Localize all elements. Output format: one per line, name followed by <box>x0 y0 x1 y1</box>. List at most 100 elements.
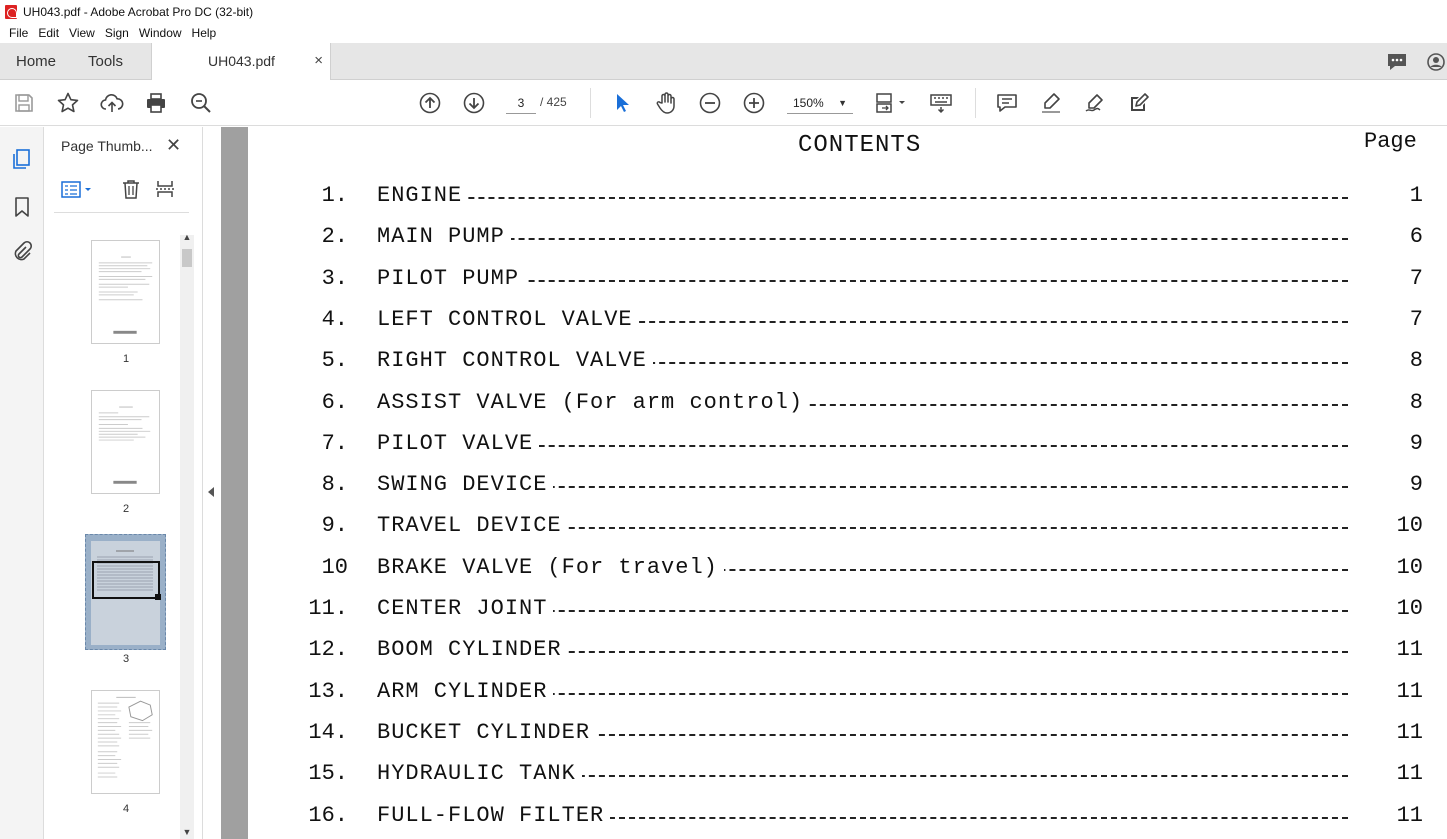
highlight-icon[interactable] <box>1039 91 1063 115</box>
page-thumbnail-4[interactable] <box>91 690 160 794</box>
page-thumbnail-2[interactable] <box>91 390 160 494</box>
acrobat-app-icon <box>5 4 17 19</box>
menu-help[interactable]: Help <box>187 26 222 40</box>
scrollbar-thumb[interactable] <box>182 249 192 267</box>
page-layout-icon[interactable] <box>874 91 910 115</box>
page-number-input[interactable] <box>506 92 536 114</box>
document-heading: CONTENTS <box>798 132 922 159</box>
thumbnail-label: 4 <box>122 803 130 815</box>
menu-window[interactable]: Window <box>134 26 187 40</box>
tab-document-label: UH043.pdf <box>208 53 275 69</box>
thumbnails-scrollbar[interactable]: ▲ ▼ <box>180 232 194 839</box>
menu-bar: File Edit View Sign Window Help <box>0 23 1447 43</box>
toc-entry-title: FULL-FLOW FILTER <box>377 802 611 828</box>
page-thumbnail-3[interactable] <box>85 534 166 650</box>
toc-entry-number: 16. <box>308 802 348 828</box>
toc-entry-title: PILOT VALVE <box>377 430 540 456</box>
chat-icon[interactable] <box>1386 52 1408 72</box>
page-thumbnails-icon[interactable] <box>10 147 34 171</box>
toc-entry: 4. LEFT CONTROL VALVE 7 <box>248 306 1447 343</box>
page-up-icon[interactable] <box>418 91 442 115</box>
tab-tools[interactable]: Tools <box>88 43 123 80</box>
thumbnail-options-icon[interactable] <box>60 180 96 200</box>
toc-entry-page: 10 <box>1396 554 1423 580</box>
toc-entry-page: 11 <box>1396 637 1423 663</box>
menu-edit[interactable]: Edit <box>33 26 64 40</box>
toc-entry-page: 11 <box>1396 719 1423 745</box>
menu-view[interactable]: View <box>64 26 100 40</box>
thumbnail-page-image <box>91 541 161 645</box>
attachment-icon[interactable] <box>10 240 34 264</box>
edit-icon[interactable] <box>1127 91 1151 115</box>
toc-entry-page: 8 <box>1409 348 1423 374</box>
comment-icon[interactable] <box>995 91 1019 115</box>
toc-entry-page: 10 <box>1396 513 1423 539</box>
hand-icon[interactable] <box>654 91 678 115</box>
panel-toolbar <box>44 171 203 213</box>
toc-entry-page: 7 <box>1409 265 1423 291</box>
navigation-rail <box>0 127 44 839</box>
close-panel-icon[interactable]: ✕ <box>166 135 181 156</box>
select-cursor-icon[interactable] <box>610 91 634 115</box>
toc-entry-number: 13. <box>308 678 348 704</box>
star-icon[interactable] <box>56 91 80 115</box>
extract-pages-icon[interactable] <box>154 178 176 200</box>
zoom-value: 150% <box>793 96 824 110</box>
viewport-resize-handle[interactable] <box>155 594 161 600</box>
sign-icon[interactable] <box>1083 91 1107 115</box>
toc-entry: 9. TRAVEL DEVICE 10 <box>248 513 1447 549</box>
tab-home[interactable]: Home <box>16 43 56 80</box>
toc-entry: 2. MAIN PUMP 6 <box>248 224 1447 260</box>
zoom-in-icon[interactable] <box>742 91 766 115</box>
toc-entry-number: 8. <box>321 472 348 498</box>
upload-icon[interactable] <box>100 91 124 115</box>
tab-document[interactable]: UH043.pdf × <box>151 43 331 81</box>
trash-icon[interactable] <box>120 178 142 200</box>
toc-entry-title: CENTER JOINT <box>377 596 554 621</box>
toc-entry-page: 9 <box>1409 472 1423 498</box>
toolbar-divider <box>975 88 976 118</box>
search-zoom-icon[interactable] <box>189 91 213 115</box>
toc-entry-number: 2. <box>321 224 348 250</box>
toc-entry-page: 10 <box>1396 596 1423 621</box>
close-tab-icon[interactable]: × <box>314 52 323 69</box>
save-icon[interactable] <box>12 91 36 115</box>
keyboard-icon[interactable] <box>929 91 953 115</box>
toc-entry-title: HYDRAULIC TANK <box>377 761 582 787</box>
pdf-page: CONTENTS Page 1. ENGINE 1 2. MAIN PUMP 6 3. PIL… <box>248 127 1447 839</box>
toc-entry: 5. RIGHT CONTROL VALVE 8 <box>248 348 1447 384</box>
bookmark-icon[interactable] <box>10 195 34 219</box>
toc-entry-title: PILOT PUMP <box>377 265 526 291</box>
page-thumbnail-1[interactable] <box>91 240 160 344</box>
menu-file[interactable]: File <box>4 26 33 40</box>
toc-entry: 3. PILOT PUMP 7 <box>248 265 1447 302</box>
toc-entry-title: ASSIST VALVE (For arm control) <box>377 389 810 415</box>
toc-entry: 10 BRAKE VALVE (For travel) 10 <box>248 554 1447 591</box>
collapse-panel-icon[interactable] <box>208 487 214 497</box>
toc-entry-page: 11 <box>1396 678 1423 704</box>
thumbnail-label: 2 <box>122 503 130 515</box>
toc-entry-title: BUCKET CYLINDER <box>377 719 597 745</box>
toc-leader-dashes <box>378 238 1348 241</box>
toc-entry-page: 6 <box>1409 224 1423 250</box>
toc-entry: 15. HYDRAULIC TANK 11 <box>248 761 1447 797</box>
toc-entry-title: ARM CYLINDER <box>377 678 554 704</box>
page-down-icon[interactable] <box>462 91 486 115</box>
title-bar: UH043.pdf - Adobe Acrobat Pro DC (32-bit… <box>0 0 1447 23</box>
zoom-select[interactable]: 150% ▼ <box>787 92 853 114</box>
toc-entry-number: 6. <box>321 389 348 415</box>
toc-entry-number: 4. <box>321 306 348 332</box>
toc-entry-number: 3. <box>321 265 348 291</box>
user-account-icon[interactable] <box>1426 52 1447 72</box>
menu-sign[interactable]: Sign <box>100 26 134 40</box>
zoom-out-icon[interactable] <box>698 91 722 115</box>
document-viewer[interactable]: CONTENTS Page 1. ENGINE 1 2. MAIN PUMP 6 3. PIL… <box>221 127 1447 839</box>
toc-entry-number: 5. <box>321 348 348 374</box>
toc-entry-number: 9. <box>321 513 348 539</box>
scroll-down-icon[interactable]: ▼ <box>181 827 193 837</box>
toc-entry: 1. ENGINE 1 <box>248 183 1447 219</box>
print-icon[interactable] <box>144 91 168 115</box>
panel-title: Page Thumb... <box>61 138 153 154</box>
scroll-up-icon[interactable]: ▲ <box>181 232 193 242</box>
viewport-indicator[interactable] <box>92 561 160 599</box>
